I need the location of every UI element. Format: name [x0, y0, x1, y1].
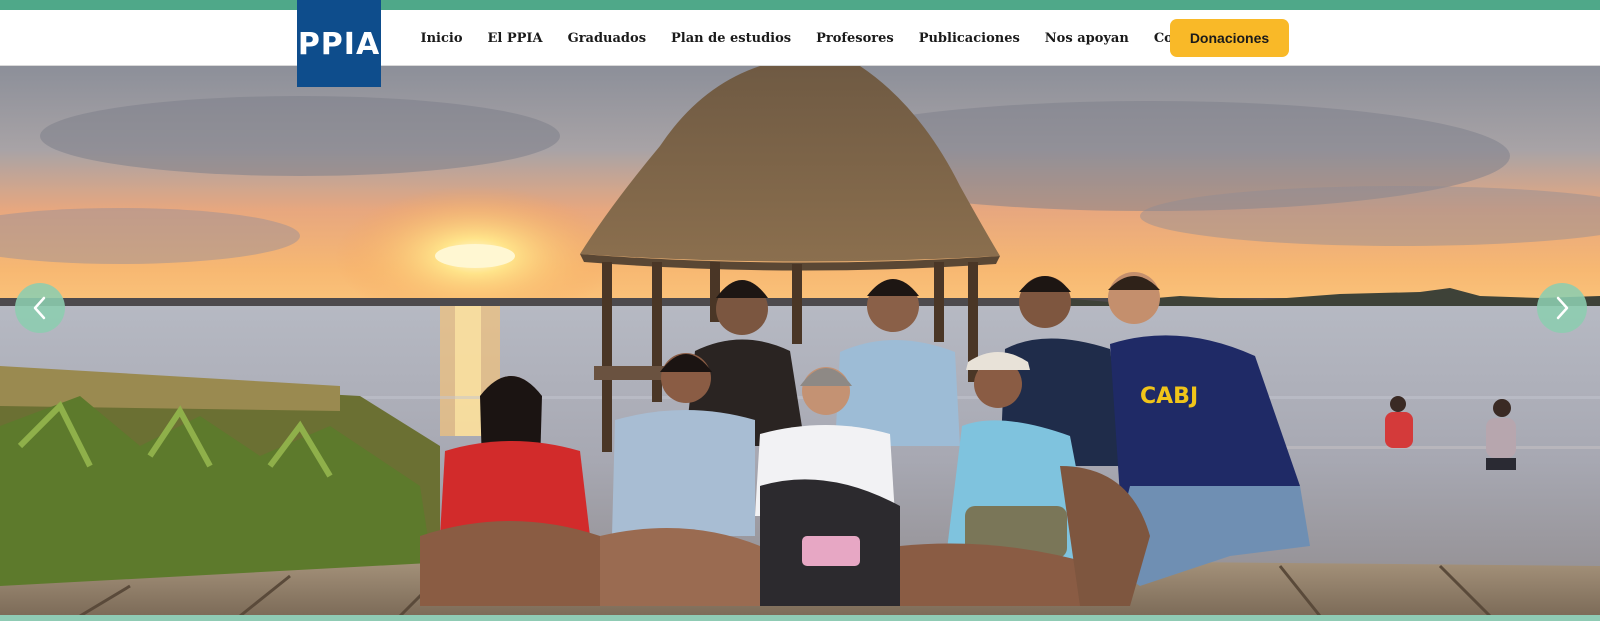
- shirt-text: CABJ: [1140, 384, 1198, 409]
- next-slide-button[interactable]: [1537, 283, 1587, 333]
- nav-item-publicaciones[interactable]: Publicaciones: [906, 31, 1032, 46]
- bottom-accent-strip: [0, 615, 1600, 621]
- prev-slide-button[interactable]: [15, 283, 65, 333]
- nav-item-plan-de-estudios[interactable]: Plan de estudios: [659, 31, 804, 46]
- hero-slideshow-image: CABJ: [0, 66, 1600, 616]
- main-nav: Inicio El PPIA Graduados Plan de estudio…: [408, 10, 1232, 66]
- ppia-logo[interactable]: PPIA: [297, 0, 381, 87]
- nav-item-inicio[interactable]: Inicio: [408, 31, 475, 46]
- top-accent-strip: [0, 0, 1600, 10]
- logo-text: PPIA: [297, 27, 381, 62]
- hero-photo: CABJ: [0, 66, 1600, 616]
- donate-button[interactable]: Donaciones: [1170, 19, 1289, 57]
- nav-item-profesores[interactable]: Profesores: [804, 31, 907, 46]
- nav-item-el-ppia[interactable]: El PPIA: [475, 31, 555, 46]
- nav-item-graduados[interactable]: Graduados: [555, 31, 658, 46]
- chevron-right-icon: [1556, 296, 1569, 320]
- nav-item-nos-apoyan[interactable]: Nos apoyan: [1032, 31, 1141, 46]
- chevron-left-icon: [33, 296, 46, 320]
